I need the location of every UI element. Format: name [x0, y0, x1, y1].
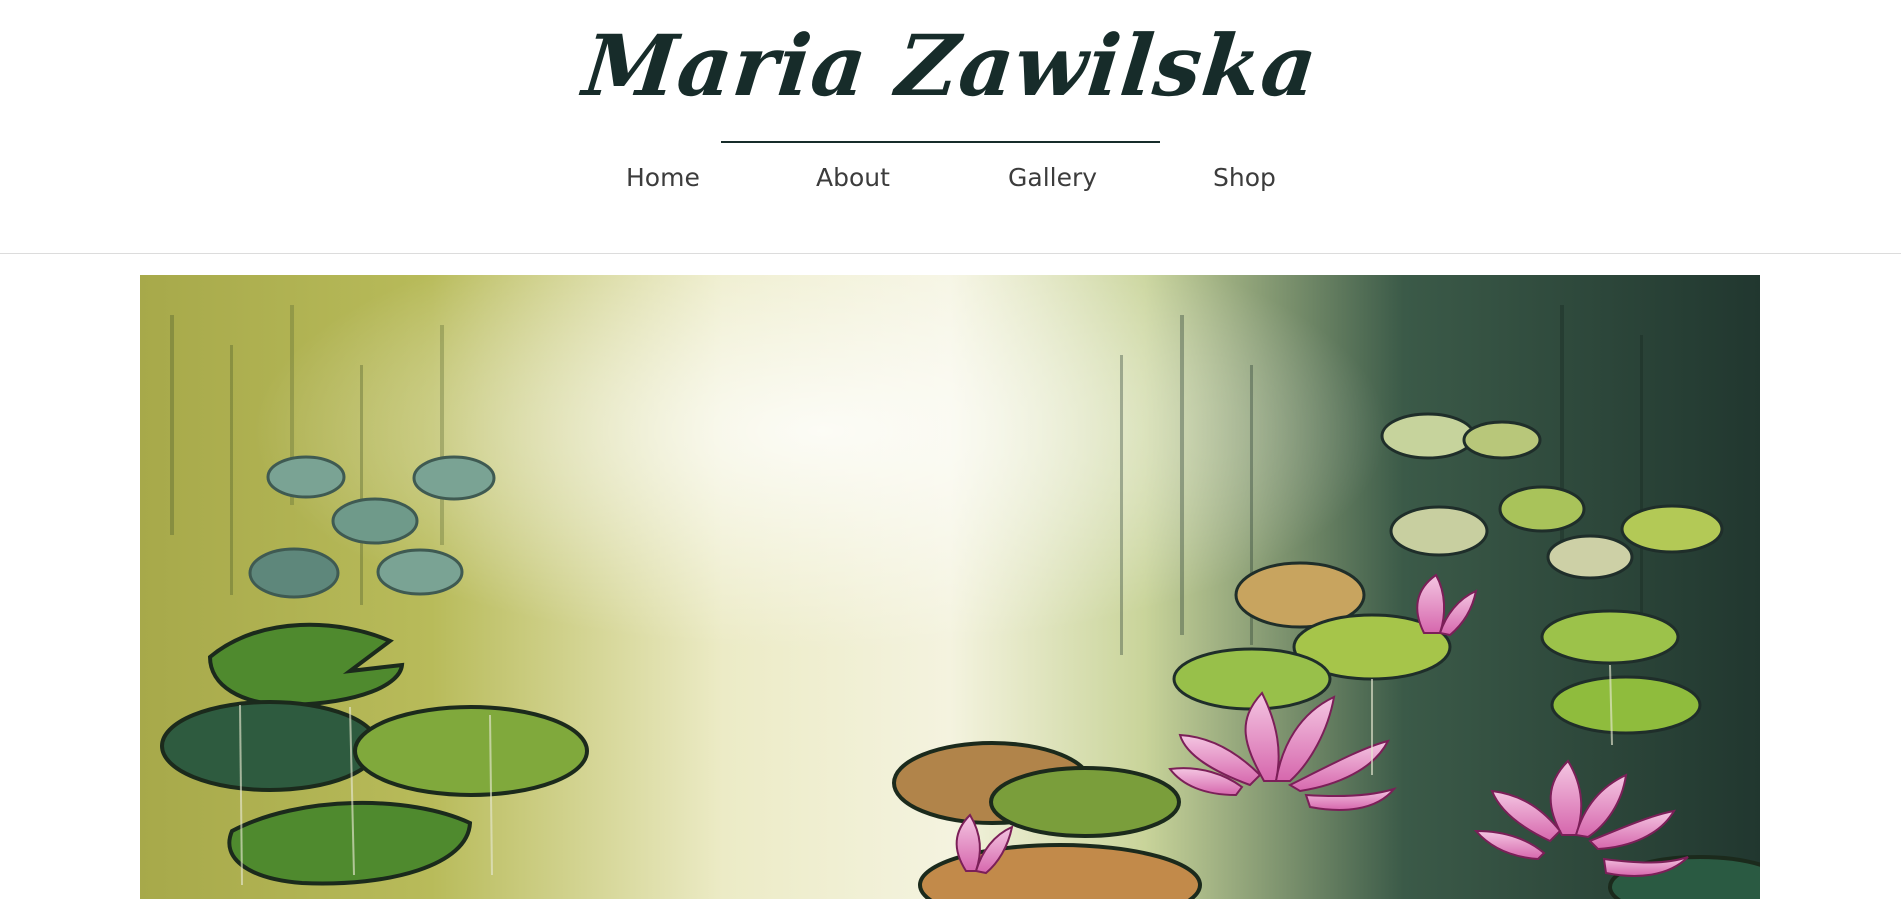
site-header: Maria Zawilska Home About Gallery Shop — [0, 0, 1901, 254]
nav-home[interactable]: Home — [626, 158, 700, 198]
logo-container: Maria Zawilska — [0, 0, 1901, 126]
page: Maria Zawilska Home About Gallery Shop — [0, 0, 1901, 899]
nav-gallery[interactable]: Gallery — [1008, 158, 1097, 198]
site-logo[interactable]: Maria Zawilska — [578, 6, 1324, 126]
header-divider — [0, 253, 1901, 254]
hero-painting — [140, 275, 1760, 899]
logo-underline — [721, 141, 1160, 143]
water-lilies-painting — [140, 275, 1760, 899]
nav-shop[interactable]: Shop — [1213, 158, 1276, 198]
main-nav: Home About Gallery Shop — [0, 158, 1901, 198]
nav-about[interactable]: About — [816, 158, 890, 198]
